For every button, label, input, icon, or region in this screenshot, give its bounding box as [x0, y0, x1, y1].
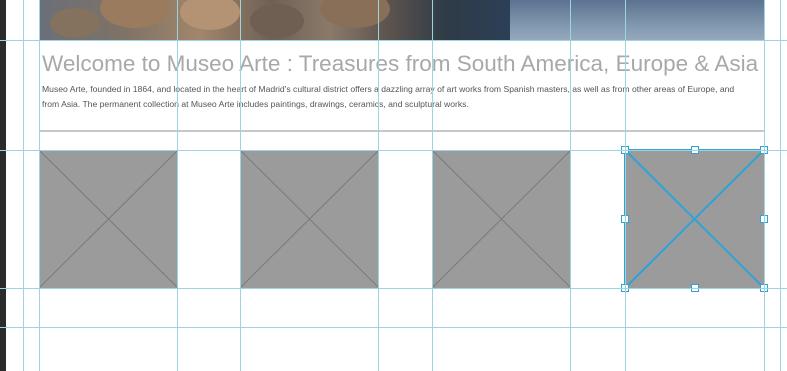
layout-guide-vertical[interactable] — [570, 0, 571, 371]
placeholder-cross-icon — [432, 150, 571, 288]
image-placeholder-1[interactable] — [39, 150, 178, 288]
layout-guide-vertical[interactable] — [780, 0, 781, 371]
image-placeholder-3[interactable] — [432, 150, 571, 288]
page-heading[interactable]: Welcome to Museo Arte : Treasures from S… — [42, 51, 758, 77]
layout-guide-horizontal[interactable] — [0, 150, 787, 151]
layout-guide-vertical[interactable] — [177, 0, 178, 371]
layout-guide-vertical[interactable] — [432, 0, 433, 371]
layout-guide-vertical[interactable] — [39, 0, 40, 371]
document-left-edge — [0, 0, 6, 371]
layout-guide-vertical[interactable] — [378, 0, 379, 371]
horizontal-rule — [40, 130, 764, 132]
image-placeholder-4-selected[interactable] — [624, 149, 765, 289]
placeholder-cross-icon — [240, 150, 379, 288]
layout-guide-horizontal[interactable] — [0, 40, 787, 41]
placeholder-cross-icon — [39, 150, 178, 288]
document-canvas: Welcome to Museo Arte : Treasures from S… — [0, 0, 787, 371]
layout-guide-horizontal[interactable] — [0, 327, 787, 328]
placeholder-cross-icon — [625, 150, 764, 288]
layout-guide-vertical[interactable] — [764, 0, 765, 371]
layout-guide-vertical[interactable] — [23, 0, 24, 371]
intro-paragraph[interactable]: Museo Arte, founded in 1864, and located… — [42, 82, 742, 112]
image-placeholder-2[interactable] — [240, 150, 379, 288]
layout-guide-horizontal[interactable] — [0, 288, 787, 289]
hero-image[interactable] — [40, 0, 764, 40]
layout-guide-vertical[interactable] — [240, 0, 241, 371]
layout-guide-vertical[interactable] — [625, 0, 626, 371]
